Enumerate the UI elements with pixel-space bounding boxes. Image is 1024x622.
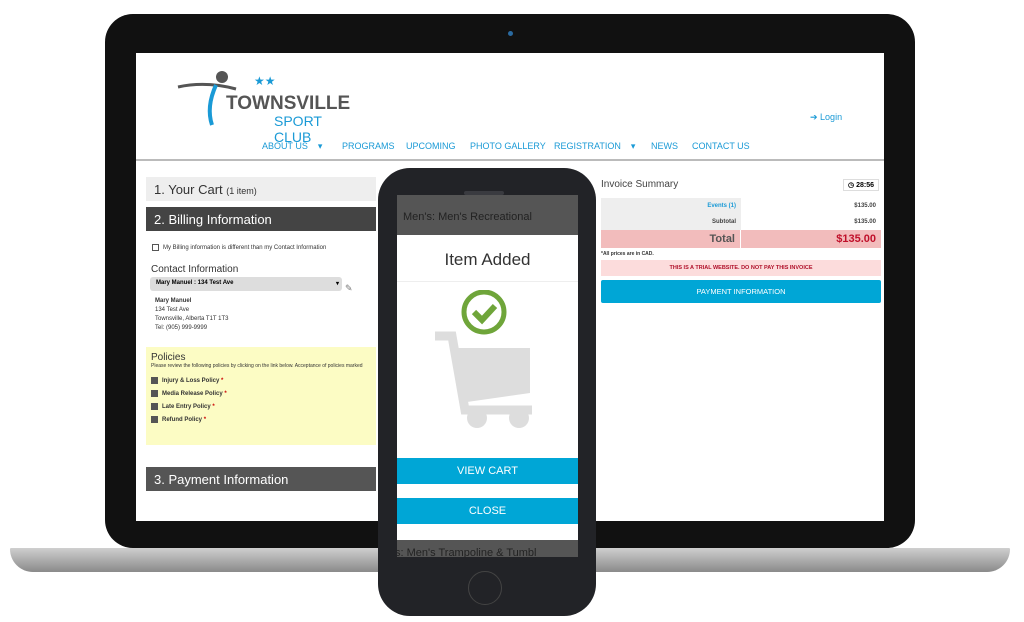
policy-late-entry[interactable]: Late Entry Policy *: [151, 403, 371, 410]
svg-text:★★: ★★: [254, 74, 276, 88]
trial-warning: THIS IS A TRIAL WEBSITE. DO NOT PAY THIS…: [601, 260, 881, 276]
policies-text: Please review the following policies by …: [151, 363, 363, 370]
login-label: Login: [820, 112, 843, 122]
nav-registration[interactable]: REGISTRATION ▾: [554, 141, 635, 152]
cart-column: 1. Your Cart (1 item) 2. Billing Informa…: [146, 177, 376, 492]
phone-screen: Men's: Men's Recreational Item Added VIE…: [397, 195, 578, 557]
login-link[interactable]: ➔ Login: [810, 112, 842, 123]
policies-heading: Policies: [151, 352, 186, 364]
policy-refund[interactable]: Refund Policy *: [151, 416, 371, 423]
item-added-modal: Item Added VIEW CART CLOSE: [397, 235, 578, 540]
invoice-title: Invoice Summary: [601, 179, 679, 190]
dropdown-icon: ▾: [335, 281, 339, 288]
step-billing[interactable]: 2. Billing Information: [146, 207, 376, 231]
bg-item-top: Men's: Men's Recreational: [403, 211, 532, 223]
contact-address: Mary Manuel 134 Test Ave Townsville, Alber…: [155, 298, 229, 332]
contact-select[interactable]: Mary Manuel : 134 Test Ave ▾: [150, 277, 342, 292]
contact-heading: Contact Information: [151, 264, 239, 276]
payment-information-button[interactable]: PAYMENT INFORMATION: [601, 280, 881, 303]
billing-diff-checkbox[interactable]: My Billing information is different than…: [146, 241, 376, 254]
modal-title: Item Added: [397, 235, 578, 282]
policy-injury[interactable]: Injury & Loss Policy *: [151, 377, 371, 384]
policy-media[interactable]: Media Release Policy *: [151, 390, 371, 397]
clock-icon: ◷: [848, 182, 857, 189]
site-logo[interactable]: ★★ TOWNSVILLE SPORT CLUB: [176, 67, 351, 145]
nav-photo-gallery[interactable]: PHOTO GALLERY: [470, 141, 546, 151]
header-divider: [136, 159, 884, 161]
invoice-summary: Invoice Summary ◷ 28:56 Events (1) $135.0…: [601, 179, 881, 303]
close-button[interactable]: CLOSE: [397, 498, 578, 524]
policies-panel: Policies Please review the following pol…: [146, 347, 376, 446]
events-link[interactable]: Events (1): [601, 198, 741, 214]
view-cart-button[interactable]: VIEW CART: [397, 458, 578, 484]
nav-about[interactable]: ABOUT US ▾: [262, 141, 322, 152]
nav-programs[interactable]: PROGRAMS: [342, 141, 395, 151]
bg-item-bottom: s: Men's Trampoline & Tumbl: [397, 547, 537, 557]
logo-line1: TOWNSVILLE: [226, 93, 351, 114]
timer: ◷ 28:56: [843, 179, 879, 191]
cart-added-icon: [435, 290, 532, 428]
nav-upcoming[interactable]: UPCOMING: [406, 141, 456, 151]
nav-news[interactable]: NEWS: [651, 141, 678, 151]
step-your-cart[interactable]: 1. Your Cart (1 item): [146, 177, 376, 201]
camera-icon: [508, 31, 513, 36]
login-icon: ➔: [810, 112, 821, 122]
edit-pencil-icon[interactable]: ✎: [345, 283, 353, 294]
nav-contact[interactable]: CONTACT US: [692, 141, 750, 151]
step-payment[interactable]: 3. Payment Information: [146, 467, 376, 492]
home-button[interactable]: [468, 571, 502, 605]
